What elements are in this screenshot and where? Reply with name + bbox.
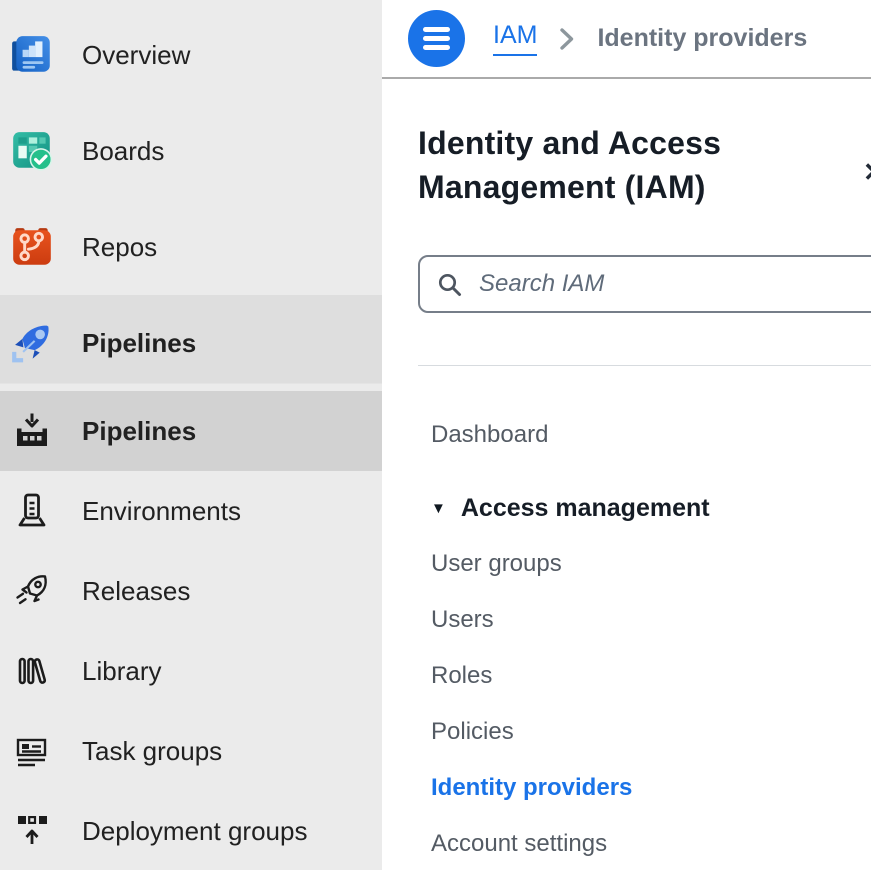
sidebar-item-label: Task groups — [82, 736, 222, 767]
boards-icon — [8, 128, 56, 174]
sidebar-item-label: Releases — [82, 576, 190, 607]
builds-icon — [8, 411, 56, 451]
sidebar-item-environments[interactable]: Environments — [0, 471, 382, 551]
nav-item-label: Identity providers — [431, 774, 632, 802]
nav-item-label: Policies — [431, 718, 514, 746]
hamburger-menu-button[interactable] — [408, 10, 465, 67]
sidebar-item-pipelines[interactable]: Pipelines — [0, 295, 382, 391]
sidebar-item-library[interactable]: Library — [0, 631, 382, 711]
sidebar-item-label: Boards — [82, 136, 164, 167]
search-icon — [436, 271, 463, 298]
nav-item-label: Roles — [431, 662, 492, 690]
releases-icon — [8, 571, 56, 611]
nav-item-label: User groups — [431, 550, 562, 578]
sidebar-item-label: Repos — [82, 232, 157, 263]
sidebar-item-boards[interactable]: Boards — [0, 103, 382, 199]
devops-sidebar: Overview Boards — [0, 0, 382, 870]
breadcrumb-iam-link[interactable]: IAM — [493, 21, 537, 56]
caret-down-icon: ▼ — [431, 500, 446, 517]
iam-nav-roles[interactable]: Roles — [382, 648, 871, 704]
deployment-groups-icon — [8, 811, 56, 851]
sidebar-item-label: Pipelines — [82, 416, 196, 447]
iam-nav-users[interactable]: Users — [382, 592, 871, 648]
environments-icon — [8, 491, 56, 531]
chevron-right-icon — [557, 26, 577, 52]
overview-icon — [8, 32, 56, 78]
sidebar-item-deployment-groups[interactable]: Deployment groups — [0, 791, 382, 871]
sidebar-item-repos[interactable]: Repos — [0, 199, 382, 295]
breadcrumb-current: Identity providers — [597, 24, 807, 53]
iam-nav-dashboard[interactable]: Dashboard — [382, 407, 871, 463]
iam-nav-identity-providers[interactable]: Identity providers — [382, 760, 871, 816]
iam-nav-list: Dashboard ▼ Access management User group… — [382, 407, 871, 872]
pipelines-rocket-icon — [8, 320, 56, 366]
section-divider — [418, 365, 871, 366]
iam-nav-account-settings[interactable]: Account settings — [382, 816, 871, 872]
hamburger-icon — [423, 27, 450, 32]
sidebar-item-label: Environments — [82, 496, 241, 527]
iam-nav-access-management[interactable]: ▼ Access management — [382, 480, 871, 536]
sidebar-item-label: Overview — [82, 40, 190, 71]
sidebar-item-releases[interactable]: Releases — [0, 551, 382, 631]
iam-main-panel: IAM Identity providers Identity and Acce… — [382, 0, 871, 870]
iam-search-box[interactable] — [418, 255, 871, 313]
nav-section-label: Access management — [461, 494, 710, 523]
iam-nav-policies[interactable]: Policies — [382, 704, 871, 760]
nav-item-label: Account settings — [431, 830, 607, 858]
search-input[interactable] — [477, 269, 871, 299]
sidebar-item-pipelines-builds[interactable]: Pipelines — [0, 391, 382, 471]
task-groups-icon — [8, 731, 56, 771]
library-icon — [8, 651, 56, 691]
nav-item-label: Users — [431, 606, 494, 634]
iam-side-nav: Identity and Access Management (IAM) ✕ D… — [382, 121, 871, 872]
sidebar-item-label: Pipelines — [82, 328, 196, 359]
repos-icon — [8, 224, 56, 270]
sidebar-item-overview[interactable]: Overview — [0, 7, 382, 103]
sidebar-item-label: Deployment groups — [82, 816, 307, 847]
nav-item-label: Dashboard — [431, 421, 548, 449]
page-title: Identity and Access Management (IAM) — [418, 121, 778, 209]
sidebar-item-label: Library — [82, 656, 161, 687]
sidebar-item-task-groups[interactable]: Task groups — [0, 711, 382, 791]
close-icon[interactable]: ✕ — [863, 157, 871, 188]
iam-nav-user-groups[interactable]: User groups — [382, 536, 871, 592]
breadcrumb-bar: IAM Identity providers — [382, 0, 871, 79]
